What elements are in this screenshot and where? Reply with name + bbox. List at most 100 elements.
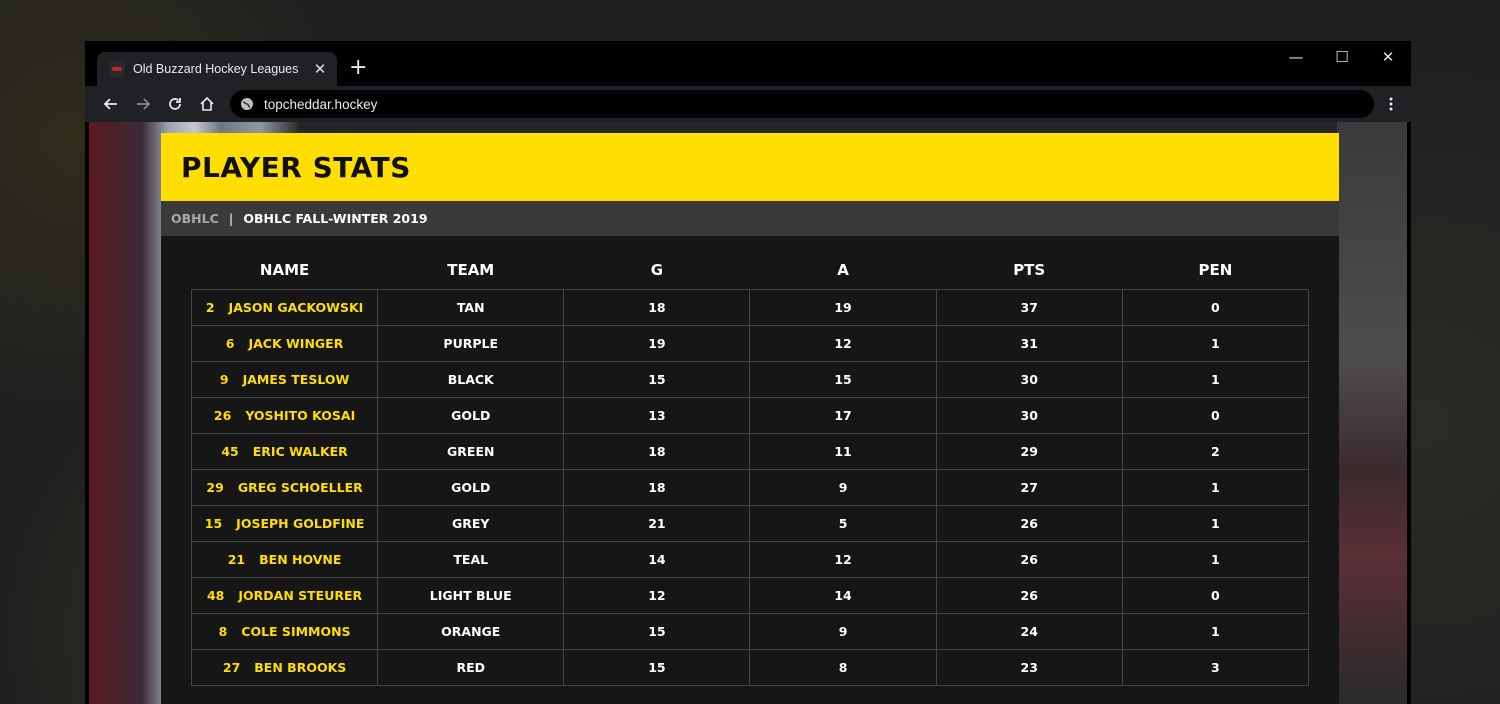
arrow-left-icon (103, 98, 117, 110)
assists-cell: 9 (749, 469, 937, 506)
player-name: JORDAN STEURER (238, 588, 363, 603)
player-name: COLE SIMMONS (241, 624, 351, 639)
minimize-button[interactable]: — (1273, 41, 1319, 73)
penalties-cell: 1 (1121, 613, 1310, 650)
player-name: JASON GACKOWSKI (228, 300, 364, 315)
goals-cell: 18 (563, 289, 751, 326)
table-row: 26 YOSHITO KOSAI GOLD 13 17 30 0 (190, 397, 1310, 434)
player-number: 9 (219, 372, 229, 387)
points-cell: 30 (935, 397, 1123, 434)
breadcrumb-separator: | (228, 211, 234, 226)
team-cell: TEAL (377, 541, 565, 578)
penalties-cell: 3 (1121, 649, 1310, 686)
column-header-assists[interactable]: A (750, 251, 936, 290)
points-cell: 26 (935, 577, 1123, 614)
player-name-cell[interactable]: 8 COLE SIMMONS (190, 613, 379, 650)
table-row: 6 JACK WINGER PURPLE 19 12 31 1 (190, 325, 1310, 362)
table-row: 2 JASON GACKOWSKI TAN 18 19 37 0 (190, 289, 1310, 326)
player-number: 2 (205, 300, 215, 315)
player-name-cell[interactable]: 48 JORDAN STEURER (190, 577, 379, 614)
penalties-cell: 1 (1121, 541, 1310, 578)
goals-cell: 12 (563, 577, 751, 614)
assists-cell: 15 (749, 361, 937, 398)
breadcrumb-league-link[interactable]: OBHLC (171, 211, 219, 226)
player-stats-table: NAME TEAM G A PTS PEN 2 JASON GACKOWSKI TA… (190, 251, 1310, 686)
team-cell: LIGHT BLUE (377, 577, 565, 614)
player-name-cell[interactable]: 21 BEN HOVNE (190, 541, 379, 578)
team-cell: ORANGE (377, 613, 565, 650)
table-row: 48 JORDAN STEURER LIGHT BLUE 12 14 26 0 (190, 577, 1310, 614)
tab-close-icon[interactable]: ✕ (309, 60, 331, 78)
player-number: 26 (213, 408, 232, 423)
column-header-penalties[interactable]: PEN (1122, 251, 1308, 290)
team-cell: RED (377, 649, 565, 686)
penalties-cell: 1 (1121, 505, 1310, 542)
reload-icon (169, 98, 181, 110)
home-button[interactable] (191, 88, 223, 120)
page-title: PLAYER STATS (181, 150, 411, 184)
column-header-name[interactable]: NAME (192, 251, 378, 290)
breadcrumb-season: OBHLC FALL-WINTER 2019 (243, 211, 428, 226)
player-name-cell[interactable]: 2 JASON GACKOWSKI (190, 289, 379, 326)
maximize-button[interactable]: ☐ (1319, 41, 1365, 73)
back-button[interactable] (95, 88, 127, 120)
player-name: GREG SCHOELLER (237, 480, 363, 495)
browser-tab[interactable]: Old Buzzard Hockey Leagues ✕ (97, 52, 337, 86)
home-icon (200, 96, 214, 111)
column-header-points[interactable]: PTS (936, 251, 1122, 290)
arrow-right-icon (137, 98, 151, 110)
player-number: 8 (218, 624, 228, 639)
close-window-button[interactable]: ✕ (1365, 41, 1411, 73)
table-row: 15 JOSEPH GOLDFINE GREY 21 5 26 1 (190, 505, 1310, 542)
player-name-cell[interactable]: 45 ERIC WALKER (190, 433, 379, 470)
goals-cell: 19 (563, 325, 751, 362)
player-name-cell[interactable]: 27 BEN BROOKS (190, 649, 379, 686)
assists-cell: 5 (749, 505, 937, 542)
title-bar: Old Buzzard Hockey Leagues ✕ + — ☐ ✕ (85, 41, 1411, 86)
penalties-cell: 0 (1121, 397, 1310, 434)
browser-window: Old Buzzard Hockey Leagues ✕ + — ☐ ✕ top… (85, 41, 1411, 704)
player-name-cell[interactable]: 26 YOSHITO KOSAI (190, 397, 379, 434)
goals-cell: 21 (563, 505, 751, 542)
player-name-cell[interactable]: 15 JOSEPH GOLDFINE (190, 505, 379, 542)
player-number: 29 (206, 480, 224, 495)
points-cell: 29 (935, 433, 1123, 470)
globe-icon (241, 98, 253, 110)
player-name: JACK WINGER (248, 336, 344, 351)
stats-page: PLAYER STATS OBHLC | OBHLC FALL-WINTER 2… (161, 133, 1339, 704)
points-cell: 24 (935, 613, 1123, 650)
address-bar[interactable]: topcheddar.hockey (230, 90, 1374, 118)
column-header-goals[interactable]: G (564, 251, 750, 290)
breadcrumb: OBHLC | OBHLC FALL-WINTER 2019 (161, 201, 1339, 236)
table-body: 2 JASON GACKOWSKI TAN 18 19 37 0 6 JACK WINGER PU… (190, 289, 1310, 686)
points-cell: 23 (935, 649, 1123, 686)
penalties-cell: 1 (1121, 469, 1310, 506)
penalties-cell: 0 (1121, 289, 1310, 326)
player-number: 27 (222, 660, 241, 675)
player-name-cell[interactable]: 29 GREG SCHOELLER (190, 469, 379, 506)
browser-menu-button[interactable] (1379, 92, 1403, 116)
page-header: PLAYER STATS (161, 133, 1339, 201)
player-name: ERIC WALKER (252, 444, 348, 459)
table-row: 45 ERIC WALKER GREEN 18 11 29 2 (190, 433, 1310, 470)
goals-cell: 18 (563, 469, 751, 506)
new-tab-button[interactable]: + (349, 55, 367, 81)
forward-button[interactable] (127, 88, 159, 120)
team-cell: GREY (377, 505, 565, 542)
team-cell: PURPLE (377, 325, 565, 362)
penalties-cell: 1 (1121, 325, 1310, 362)
column-header-team[interactable]: TEAM (378, 251, 564, 290)
player-name: JAMES TESLOW (242, 372, 350, 387)
reload-button[interactable] (159, 88, 191, 120)
assists-cell: 12 (749, 541, 937, 578)
url-text: topcheddar.hockey (264, 96, 378, 112)
player-name-cell[interactable]: 9 JAMES TESLOW (190, 361, 379, 398)
player-name-cell[interactable]: 6 JACK WINGER (190, 325, 379, 362)
site-favicon-icon (109, 61, 125, 77)
player-name: BEN BROOKS (254, 660, 347, 675)
goals-cell: 15 (563, 613, 751, 650)
player-number: 6 (225, 336, 235, 351)
browser-toolbar: topcheddar.hockey (85, 86, 1411, 122)
points-cell: 26 (935, 541, 1123, 578)
window-controls: — ☐ ✕ (1273, 41, 1411, 73)
